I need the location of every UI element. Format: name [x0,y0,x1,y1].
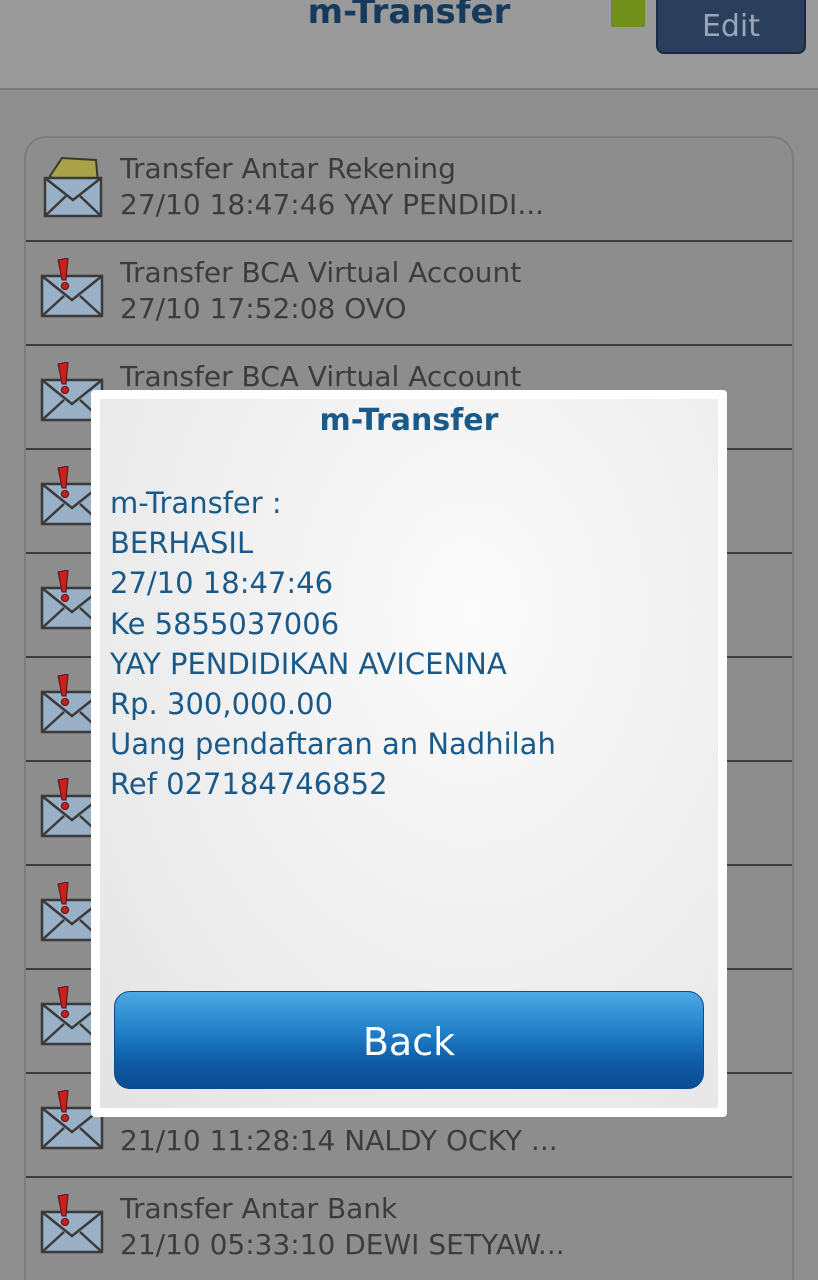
list-item-title: Transfer Antar Rekening [120,152,456,185]
transfer-datetime: 27/10 18:47:46 [110,566,334,601]
list-item-title: Transfer Antar Bank [120,1192,398,1225]
list-item-subtitle: 27/10 17:52:08 OVO [120,292,407,325]
list-item-subtitle: 21/10 11:28:14 NALDY OCKY ... [120,1124,558,1157]
transfer-result-dialog: m-Transfer m-Transfer : BERHASIL 27/10 1… [91,390,727,1117]
list-item-subtitle: 27/10 18:47:46 YAY PENDIDI... [120,188,545,221]
recipient-name: YAY PENDIDIKAN AVICENNA [110,646,507,681]
transfer-note: Uang pendaftaran an Nadhilah [110,727,556,762]
back-button[interactable]: Back [114,991,704,1089]
dialog-content: m-Transfer m-Transfer : BERHASIL 27/10 1… [100,399,718,1108]
list-item-title: Transfer BCA Virtual Account [120,360,522,393]
reference-number: Ref 027184746852 [110,767,388,802]
dialog-message: m-Transfer : BERHASIL 27/10 18:47:46 Ke … [110,483,710,805]
envelope-alert-icon [40,257,106,324]
destination-account: Ke 5855037006 [110,606,340,641]
list-item[interactable]: Transfer Antar Bank 21/10 05:33:10 DEWI S… [26,1178,792,1280]
transfer-status: BERHASIL [110,526,254,561]
message-header: m-Transfer : [110,486,282,520]
app-header: m-Transfer Edit [0,0,818,90]
envelope-alert-icon [40,1193,106,1260]
dialog-title: m-Transfer [319,403,499,438]
list-item-title: Transfer BCA Virtual Account [120,256,522,289]
list-item[interactable]: Transfer Antar Rekening 27/10 18:47:46 YA… [26,138,792,242]
list-item[interactable]: Transfer BCA Virtual Account 27/10 17:52:… [26,242,792,346]
list-item-subtitle: 21/10 05:33:10 DEWI SETYAW... [120,1228,565,1261]
transfer-amount: Rp. 300,000.00 [110,687,334,722]
status-indicator [611,0,645,27]
edit-button[interactable]: Edit [656,0,806,54]
envelope-open-icon [40,154,106,220]
